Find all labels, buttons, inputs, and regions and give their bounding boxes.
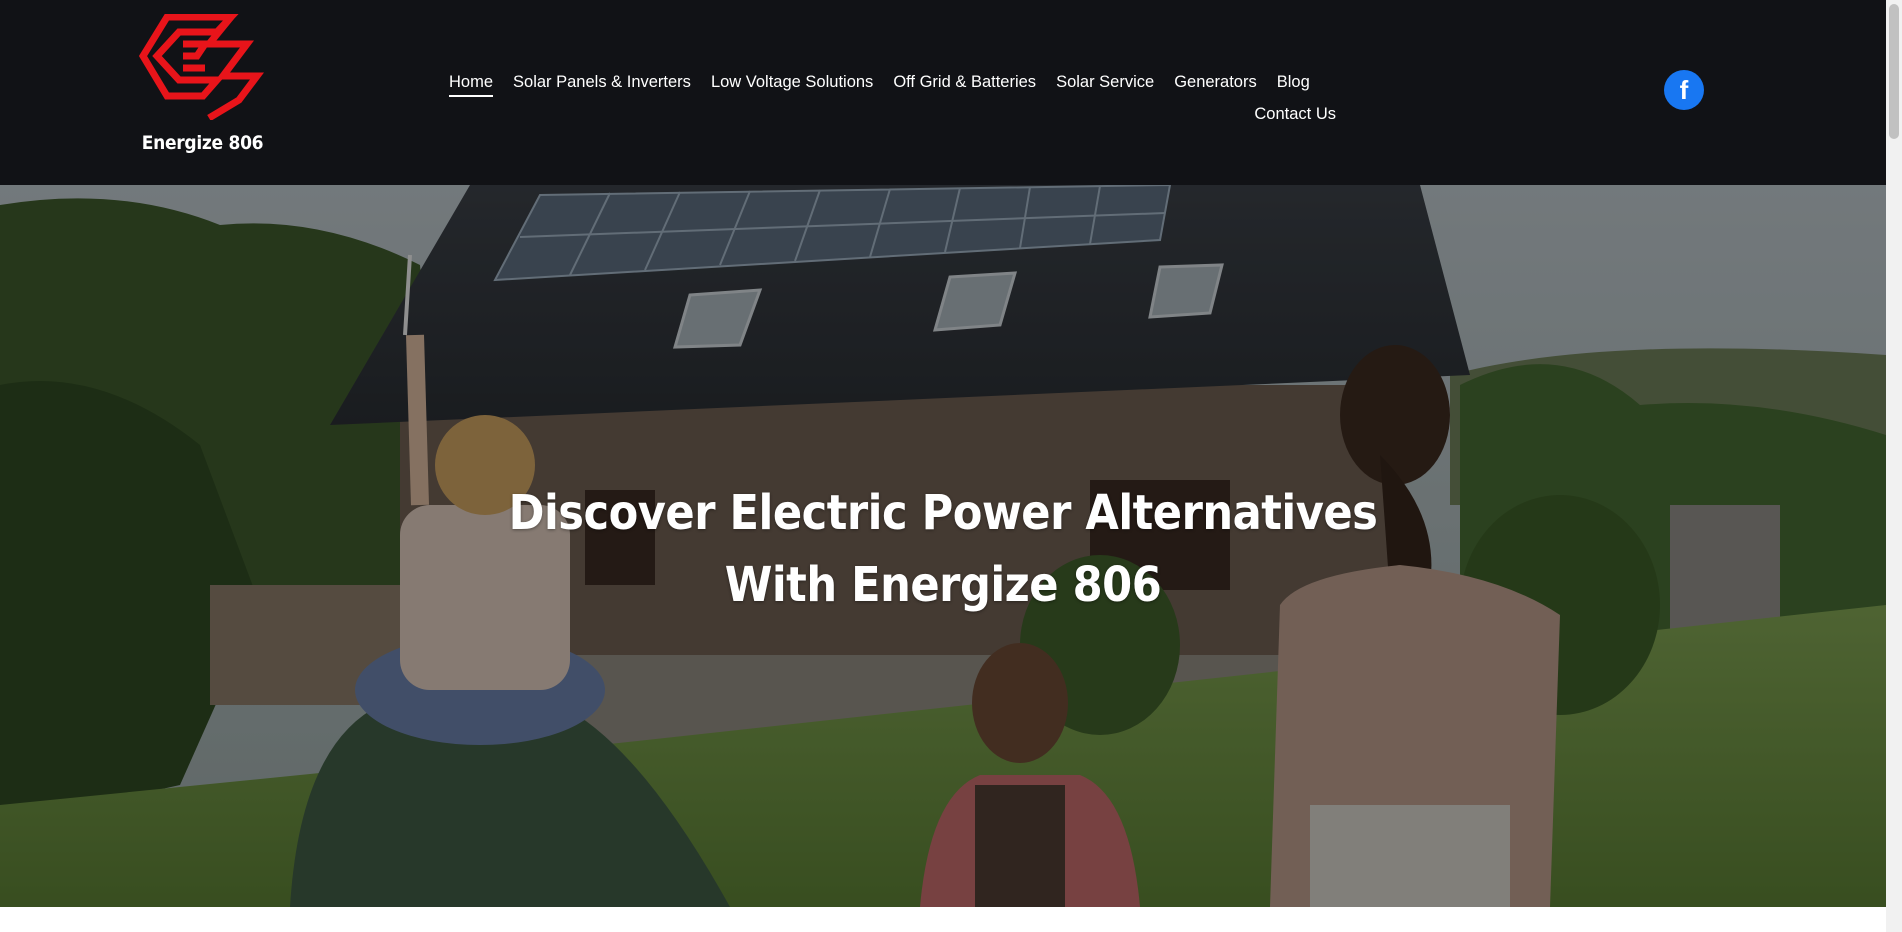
brand-logo[interactable]: Energize 806 — [135, 14, 270, 164]
hero-title: Discover Electric Power Alternatives Wit… — [0, 477, 1886, 621]
facebook-icon: f — [1680, 75, 1689, 105]
facebook-link[interactable]: f — [1664, 70, 1704, 110]
nav-generators[interactable]: Generators — [1164, 71, 1267, 93]
site-header: Energize 806 Home Solar Panels & Inverte… — [0, 0, 1886, 185]
nav-solar-service[interactable]: Solar Service — [1046, 71, 1164, 93]
hero-title-line1: Discover Electric Power Alternatives — [508, 485, 1378, 541]
page-scrollbar[interactable] — [1886, 0, 1902, 932]
scrollbar-thumb[interactable] — [1889, 4, 1899, 139]
nav-low-voltage-solutions[interactable]: Low Voltage Solutions — [701, 71, 883, 93]
nav-blog[interactable]: Blog — [1267, 71, 1320, 93]
page-content-start — [0, 907, 1886, 932]
brand-name: Energize 806 — [141, 132, 264, 154]
nav-contact-us[interactable]: Contact Us — [1244, 103, 1346, 125]
page: Energize 806 Home Solar Panels & Inverte… — [0, 0, 1902, 932]
nav-solar-panels-inverters[interactable]: Solar Panels & Inverters — [503, 71, 701, 93]
main-nav: Home Solar Panels & Inverters Low Voltag… — [430, 66, 1350, 130]
hero-title-line2: With Energize 806 — [724, 557, 1162, 613]
energize-logo-icon — [139, 14, 264, 120]
facebook-glyph: f — [1680, 75, 1689, 105]
nav-home[interactable]: Home — [439, 71, 503, 97]
nav-off-grid-batteries[interactable]: Off Grid & Batteries — [883, 71, 1046, 93]
hero-section: Discover Electric Power Alternatives Wit… — [0, 185, 1886, 907]
